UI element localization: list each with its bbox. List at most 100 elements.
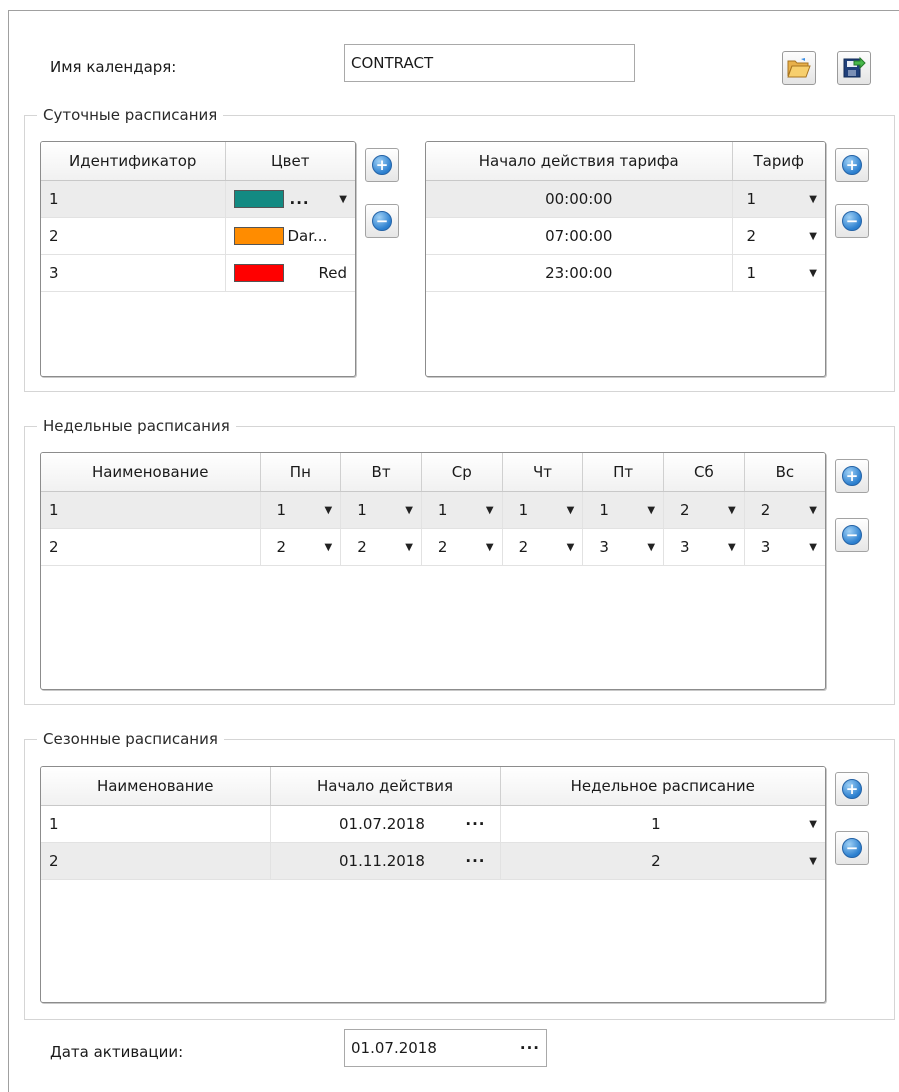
tariff-cell[interactable]: 1 ▼ bbox=[732, 180, 825, 218]
column-header-sun[interactable]: Вс bbox=[744, 453, 825, 492]
dropdown-arrow-icon[interactable]: ▼ bbox=[809, 231, 817, 242]
day-cell[interactable]: 1 ▼ bbox=[502, 491, 584, 529]
weekly-schedules-table[interactable]: Наименование Пн Вт Ср Чт Пт Сб Вс 1 1 ▼ 1… bbox=[40, 452, 826, 690]
column-header-color[interactable]: Цвет bbox=[225, 142, 355, 181]
table-row[interactable]: 23:00:00 1 ▼ bbox=[426, 254, 825, 292]
id-cell[interactable]: 3 bbox=[41, 254, 226, 292]
dropdown-arrow-icon[interactable]: ▼ bbox=[405, 505, 413, 516]
dropdown-arrow-icon[interactable]: ▼ bbox=[486, 542, 494, 553]
column-header-id[interactable]: Идентификатор bbox=[41, 142, 226, 181]
color-cell[interactable]: Dar... bbox=[225, 217, 355, 255]
remove-tariff-button[interactable]: − bbox=[835, 204, 869, 238]
day-cell[interactable]: 3 ▼ bbox=[744, 528, 825, 566]
dropdown-arrow-icon[interactable]: ▼ bbox=[647, 505, 655, 516]
color-cell[interactable]: Red bbox=[225, 254, 355, 292]
dropdown-arrow-icon[interactable]: ▼ bbox=[728, 505, 736, 516]
day-cell[interactable]: 3 ▼ bbox=[663, 528, 745, 566]
seasonal-weekly-cell[interactable]: 2 ▼ bbox=[500, 842, 825, 880]
day-cell[interactable]: 2 ▼ bbox=[421, 528, 503, 566]
dropdown-arrow-icon[interactable]: ▼ bbox=[339, 194, 347, 205]
day-cell[interactable]: 2 ▼ bbox=[340, 528, 422, 566]
color-cell[interactable]: ... ▼ bbox=[225, 180, 355, 218]
day-cell[interactable]: 3 ▼ bbox=[582, 528, 665, 566]
column-header-tue[interactable]: Вт bbox=[340, 453, 422, 492]
table-row[interactable]: 1 01.07.2018 ··· 1 ▼ bbox=[41, 805, 825, 843]
dropdown-arrow-icon[interactable]: ▼ bbox=[809, 542, 817, 553]
column-header-name[interactable]: Наименование bbox=[41, 767, 271, 806]
column-header-fri[interactable]: Пт bbox=[582, 453, 665, 492]
day-cell[interactable]: 2 ▼ bbox=[744, 491, 825, 529]
seasonal-schedules-table[interactable]: Наименование Начало действия Недельное р… bbox=[40, 766, 826, 1003]
add-seasonal-button[interactable]: + bbox=[835, 772, 869, 806]
export-calendar-button[interactable] bbox=[837, 51, 871, 85]
tariff-start-cell[interactable]: 07:00:00 bbox=[426, 217, 733, 255]
table-row[interactable]: 2 2 ▼ 2 ▼ 2 ▼ 2 ▼ 3 ▼ 3 ▼ 3 ▼ bbox=[41, 528, 825, 566]
table-row[interactable]: 00:00:00 1 ▼ bbox=[426, 180, 825, 218]
dropdown-arrow-icon[interactable]: ▼ bbox=[809, 268, 817, 279]
dropdown-arrow-icon[interactable]: ▼ bbox=[567, 505, 575, 516]
dropdown-arrow-icon[interactable]: ▼ bbox=[567, 542, 575, 553]
table-row[interactable]: 2 01.11.2018 ··· 2 ▼ bbox=[41, 842, 825, 880]
table-row[interactable]: 07:00:00 2 ▼ bbox=[426, 217, 825, 255]
day-cell[interactable]: 1 ▼ bbox=[421, 491, 503, 529]
plus-icon: + bbox=[842, 779, 862, 799]
column-header-tariff-start[interactable]: Начало действия тарифа bbox=[426, 142, 733, 181]
seasonal-start-cell[interactable]: 01.11.2018 ··· bbox=[270, 842, 501, 880]
remove-weekly-button[interactable]: − bbox=[835, 518, 869, 552]
dropdown-arrow-icon[interactable]: ▼ bbox=[647, 542, 655, 553]
dropdown-arrow-icon[interactable]: ▼ bbox=[325, 542, 333, 553]
seasonal-start-cell[interactable]: 01.07.2018 ··· bbox=[270, 805, 501, 843]
tariff-start-cell[interactable]: 00:00:00 bbox=[426, 180, 733, 218]
dropdown-arrow-icon[interactable]: ▼ bbox=[809, 505, 817, 516]
day-cell[interactable]: 2 ▼ bbox=[502, 528, 584, 566]
dropdown-arrow-icon[interactable]: ▼ bbox=[325, 505, 333, 516]
column-header-weekly-schedule[interactable]: Недельное расписание bbox=[500, 767, 825, 806]
table-row[interactable]: 1 ... ▼ bbox=[41, 180, 355, 218]
day-cell[interactable]: 2 ▼ bbox=[260, 528, 342, 566]
tariff-cell[interactable]: 1 ▼ bbox=[732, 254, 825, 292]
column-header-thu[interactable]: Чт bbox=[502, 453, 584, 492]
tariff-start-cell[interactable]: 23:00:00 bbox=[426, 254, 733, 292]
dropdown-arrow-icon[interactable]: ▼ bbox=[809, 819, 817, 830]
activation-date-picker-button[interactable]: ··· bbox=[520, 1030, 540, 1066]
tariff-schedule-table[interactable]: Начало действия тарифа Тариф 00:00:00 1 ▼… bbox=[425, 141, 826, 377]
id-cell[interactable]: 1 bbox=[41, 180, 226, 218]
add-weekly-button[interactable]: + bbox=[835, 459, 869, 493]
dropdown-arrow-icon[interactable]: ▼ bbox=[809, 194, 817, 205]
open-calendar-button[interactable] bbox=[782, 51, 816, 85]
add-tariff-button[interactable]: + bbox=[835, 148, 869, 182]
seasonal-name-cell[interactable]: 1 bbox=[41, 805, 271, 843]
column-header-name[interactable]: Наименование bbox=[41, 453, 261, 492]
tariff-cell[interactable]: 2 ▼ bbox=[732, 217, 825, 255]
remove-seasonal-button[interactable]: − bbox=[835, 831, 869, 865]
dropdown-arrow-icon[interactable]: ▼ bbox=[486, 505, 494, 516]
weekly-name-cell[interactable]: 1 bbox=[41, 491, 261, 529]
remove-color-button[interactable]: − bbox=[365, 204, 399, 238]
weekly-name-cell[interactable]: 2 bbox=[41, 528, 261, 566]
column-header-start[interactable]: Начало действия bbox=[270, 767, 501, 806]
day-cell[interactable]: 1 ▼ bbox=[582, 491, 665, 529]
add-color-button[interactable]: + bbox=[365, 148, 399, 182]
dropdown-arrow-icon[interactable]: ▼ bbox=[728, 542, 736, 553]
day-cell[interactable]: 2 ▼ bbox=[663, 491, 745, 529]
seasonal-weekly-cell[interactable]: 1 ▼ bbox=[500, 805, 825, 843]
table-row[interactable]: 1 1 ▼ 1 ▼ 1 ▼ 1 ▼ 1 ▼ 2 ▼ 2 ▼ bbox=[41, 491, 825, 529]
dropdown-arrow-icon[interactable]: ▼ bbox=[405, 542, 413, 553]
column-header-sat[interactable]: Сб bbox=[663, 453, 745, 492]
table-row[interactable]: 2 Dar... bbox=[41, 217, 355, 255]
ellipsis-button[interactable]: ··· bbox=[465, 815, 485, 833]
day-cell[interactable]: 1 ▼ bbox=[340, 491, 422, 529]
table-row[interactable]: 3 Red bbox=[41, 254, 355, 292]
id-cell[interactable]: 2 bbox=[41, 217, 226, 255]
seasonal-name-cell[interactable]: 2 bbox=[41, 842, 271, 880]
day-cell[interactable]: 1 ▼ bbox=[260, 491, 342, 529]
activation-date-input[interactable]: 01.07.2018 ··· bbox=[344, 1029, 547, 1067]
calendar-name-input[interactable]: CONTRACT bbox=[344, 44, 635, 82]
ellipsis-button[interactable]: ··· bbox=[465, 852, 485, 870]
column-header-mon[interactable]: Пн bbox=[260, 453, 342, 492]
day-value: 1 bbox=[437, 501, 448, 519]
dropdown-arrow-icon[interactable]: ▼ bbox=[809, 856, 817, 867]
column-header-tariff[interactable]: Тариф bbox=[732, 142, 825, 181]
column-header-wed[interactable]: Ср bbox=[421, 453, 503, 492]
daily-colors-table[interactable]: Идентификатор Цвет 1 ... ▼ 2 Dar... 3 Re… bbox=[40, 141, 356, 377]
